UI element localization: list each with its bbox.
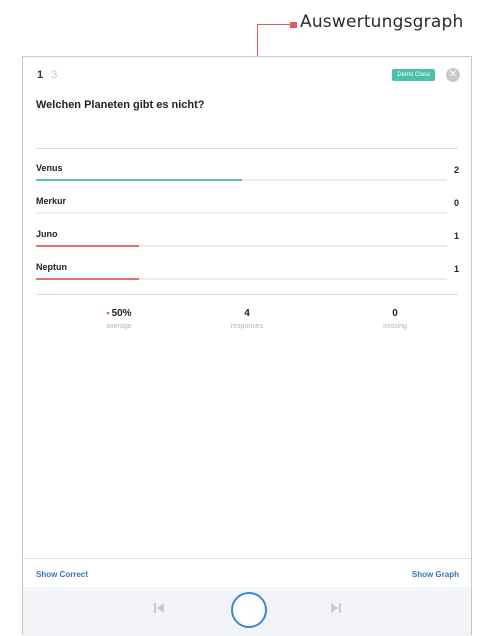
answer-row: Juno 1 <box>36 229 459 255</box>
page-indicator: 1 3 <box>37 69 57 81</box>
answer-bar <box>36 179 242 181</box>
bullet-icon: • <box>106 308 110 318</box>
page-current[interactable]: 1 <box>37 69 43 81</box>
stat-value: 4 <box>244 308 250 319</box>
show-graph-button[interactable]: Show Graph <box>412 570 459 579</box>
show-correct-button[interactable]: Show Correct <box>36 570 88 579</box>
record-button[interactable] <box>231 592 267 628</box>
answer-bar-track <box>36 245 447 247</box>
answer-bar <box>36 278 139 280</box>
class-badge[interactable]: Demo Class <box>392 69 435 81</box>
stat-label: missing <box>383 323 407 330</box>
annotation-line <box>257 24 291 25</box>
question-text: Welchen Planeten gibt es nicht? <box>36 99 205 111</box>
answer-label: Merkur <box>36 196 67 206</box>
divider <box>36 294 458 295</box>
answer-row: Venus 2 <box>36 163 459 189</box>
app-window: 1 3 Demo Class ✕ Welchen Planeten gibt e… <box>22 56 472 636</box>
answer-count: 0 <box>453 198 459 208</box>
answer-label: Neptun <box>36 262 67 272</box>
close-button[interactable]: ✕ <box>446 68 460 82</box>
close-icon: ✕ <box>448 69 458 80</box>
answer-bar-track <box>36 179 447 181</box>
answer-row: Neptun 1 <box>36 262 459 288</box>
answer-bar-track <box>36 212 447 214</box>
stat-label: responses <box>230 323 264 330</box>
skip-previous-icon[interactable] <box>152 601 166 615</box>
answer-bar-track <box>36 278 447 280</box>
stat-label: average <box>106 323 132 330</box>
divider <box>23 558 471 559</box>
stat-value: 0 <box>392 308 398 319</box>
stat-responses: 4 responses <box>187 308 307 330</box>
answer-count: 1 <box>453 231 459 241</box>
skip-next-icon[interactable] <box>329 601 343 615</box>
answer-label: Juno <box>36 229 58 239</box>
answer-row: Merkur 0 <box>36 196 459 222</box>
stat-average: • 50% average <box>59 308 179 330</box>
page-other[interactable]: 3 <box>51 69 57 81</box>
divider <box>36 148 458 149</box>
answer-label: Venus <box>36 163 63 173</box>
control-bar <box>23 587 471 636</box>
stat-value: 50% <box>111 308 132 319</box>
annotation-marker <box>290 22 297 28</box>
answer-count: 1 <box>453 264 459 274</box>
answer-count: 2 <box>453 165 459 175</box>
stat-missing: 0 missing <box>335 308 455 330</box>
answer-bar <box>36 245 139 247</box>
annotation-label: Auswertungsgraph <box>300 12 464 32</box>
